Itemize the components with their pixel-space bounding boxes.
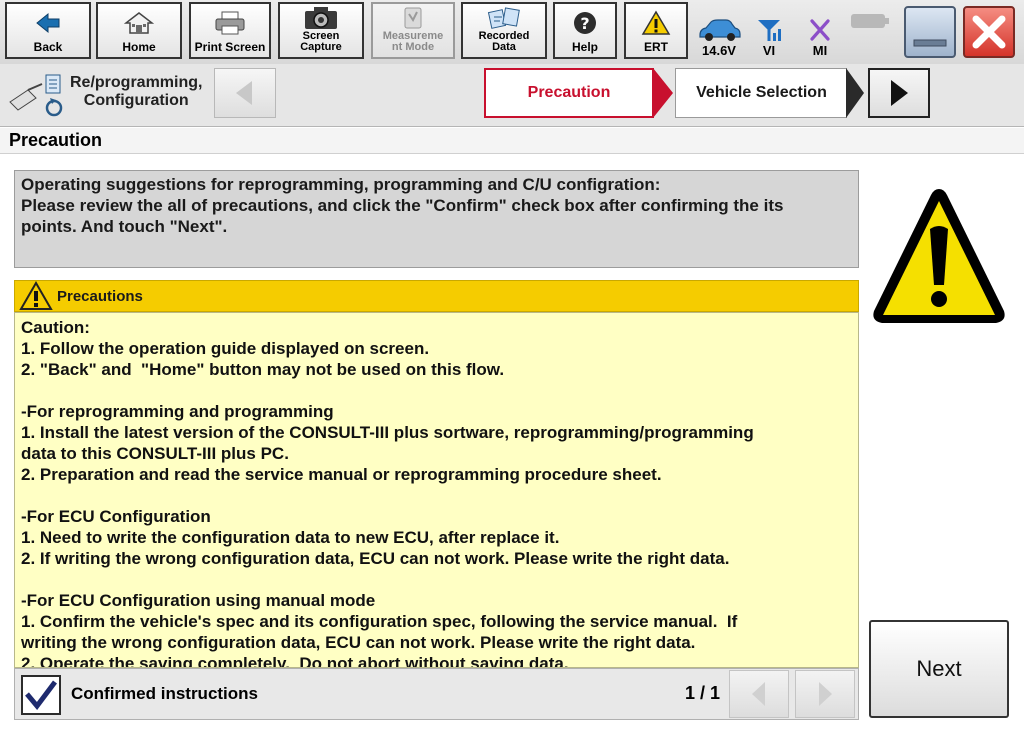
step-vehicle-selection: Vehicle Selection [675,68,847,118]
step-divider-arrow [653,68,675,118]
instruction-line-3: points. And touch "Next". [21,217,228,236]
home-label: Home [122,40,156,54]
precaution-line: 1. Follow the operation guide displayed … [21,339,430,358]
screen-capture-button[interactable]: Screen Capture [278,2,364,59]
close-icon [972,15,1006,49]
next-step-button[interactable] [868,68,930,118]
mi-label: MI [812,43,828,58]
precautions-warning-icon [19,281,53,310]
help-button[interactable]: ? Help [553,2,617,59]
precaution-line [21,380,852,401]
recorded-data-button[interactable]: Recorded Data [461,2,547,59]
page-title: Precaution [0,128,1024,154]
reprogramming-mode-icon [6,72,68,118]
large-warning-icon [868,183,1010,329]
printer-icon [213,4,247,41]
instruction-line-2: Please review the all of precautions, an… [21,196,784,215]
home-icon [124,4,154,41]
next-label: Next [916,656,962,681]
instruction-box: Operating suggestions for reprogramming,… [14,170,859,268]
help-icon: ? [572,4,598,41]
voltage-readout: 14.6V [702,43,736,58]
screen-capture-label-2: Capture [300,41,342,53]
precaution-line: 2. Preparation and read the service manu… [21,465,662,484]
precaution-line: data to this CONSULT-III plus PC. [21,444,289,463]
page-prev-button[interactable] [729,670,789,718]
measurement-mode-button[interactable]: Measureme nt Mode [371,2,455,59]
precaution-line: 1. Confirm the vehicle's spec and its co… [21,612,738,631]
print-screen-button[interactable]: Print Screen [189,2,271,59]
page-next-icon [819,682,832,706]
warning-icon [641,4,671,41]
mi-status: MI [800,4,840,58]
right-arrow-icon [891,80,908,106]
step-precaution-label: Precaution [527,84,611,101]
signal-antenna-icon [758,20,781,41]
page-prev-icon [752,682,765,706]
precautions-title: Precautions [57,287,143,305]
ert-button[interactable]: ERT [624,2,688,59]
confirm-checkbox[interactable] [21,675,61,715]
vi-status: VI [750,4,788,58]
precaution-line: 2. If writing the wrong configuration da… [21,549,730,568]
precaution-line: writing the wrong configuration data, EC… [21,633,696,652]
battery-voltage-status: 14.6V [694,4,744,58]
car-icon [699,19,741,41]
minimize-button[interactable] [904,6,956,58]
checkmark-icon [25,680,57,710]
instruction-line-1: Operating suggestions for reprogramming,… [21,175,661,194]
step-navigation-bar: Re/programming, Configuration Precaution… [0,64,1024,127]
page-indicator: 1 / 1 [685,683,721,703]
ert-label: ERT [644,40,668,54]
precautions-header: Precautions [14,280,859,312]
precaution-line: 1. Need to write the configuration data … [21,528,560,547]
precaution-line: -For ECU Configuration [21,507,211,526]
page-next-button[interactable] [795,670,855,718]
precaution-line: -For ECU Configuration using manual mode [21,591,376,610]
help-label: Help [571,40,598,54]
step-end-arrow [846,68,866,118]
back-arrow-icon [35,4,61,41]
vi-label: VI [762,43,776,58]
print-screen-label: Print Screen [194,40,266,54]
next-button[interactable]: Next [869,620,1009,718]
battery-icon [850,12,890,30]
mode-title: Re/programming, Configuration [70,74,202,110]
recorded-data-label-2: Data [492,41,516,53]
precaution-line: Caution: [21,318,90,337]
precaution-line [21,569,852,590]
precaution-line [21,485,852,506]
camera-icon [302,4,340,31]
left-arrow-icon [236,81,252,105]
back-label: Back [33,40,63,54]
mode-title-line-2: Configuration [83,92,189,109]
previous-step-button[interactable] [214,68,276,118]
precaution-line: 1. Install the latest version of the CON… [21,423,754,442]
precaution-line: -For reprogramming and programming [21,402,334,421]
precaution-line: 2. "Back" and "Home" button may not be u… [21,360,505,379]
recorded-data-icon [486,4,522,31]
confirm-label: Confirmed instructions [71,684,259,703]
precautions-text-area[interactable]: Caution: 1. Follow the operation guide di… [14,312,859,668]
minimize-icon [913,39,947,47]
close-button[interactable] [963,6,1015,58]
mode-title-line-1: Re/programming, [70,74,203,91]
back-button[interactable]: Back [5,2,91,59]
confirm-row: Confirmed instructions 1 / 1 [14,668,859,720]
svg-text:?: ? [580,14,589,33]
measurement-label-2: nt Mode [391,41,435,53]
step-precaution: Precaution [484,68,654,118]
home-button[interactable]: Home [96,2,182,59]
precaution-line: 2. Operate the saving completely. Do not… [21,654,569,668]
measurement-icon [400,4,426,31]
main-toolbar: Back Home Print Screen Screen Capture Me… [0,0,1024,65]
disconnected-x-icon [810,19,830,41]
step-vehicle-selection-label: Vehicle Selection [696,84,827,101]
